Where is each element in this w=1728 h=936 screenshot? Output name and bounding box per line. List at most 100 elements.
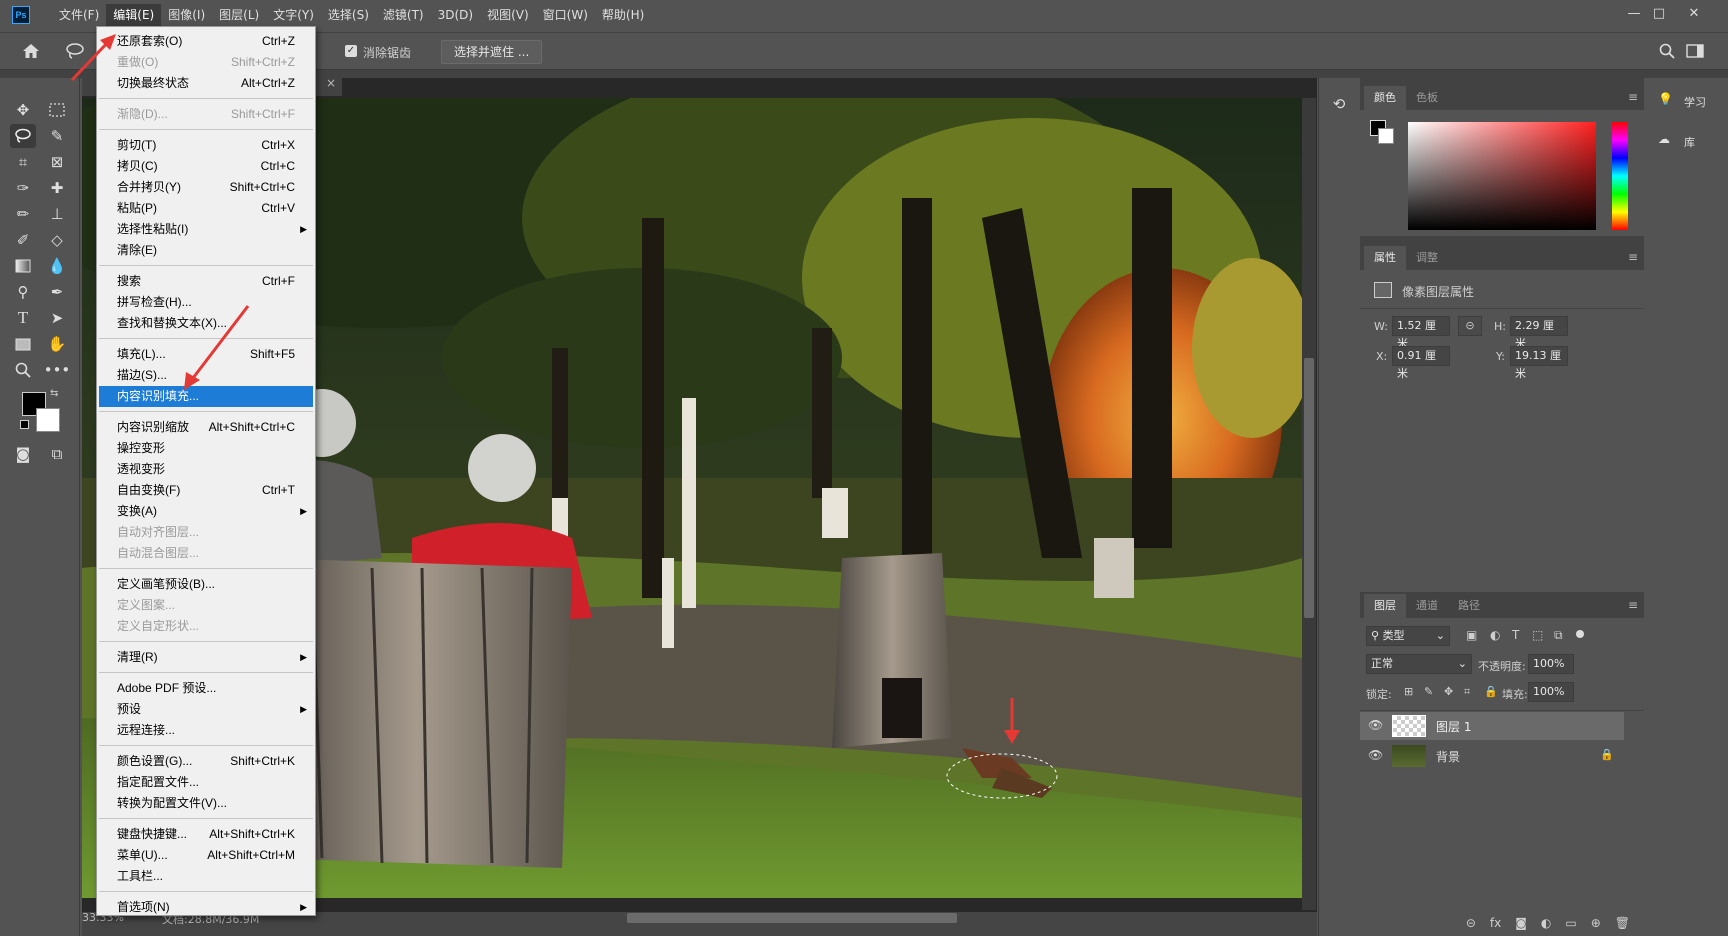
menu-item[interactable]: Adobe PDF 预设... xyxy=(99,678,313,699)
height-field[interactable]: 2.29 厘米 xyxy=(1510,316,1568,350)
close-window-button[interactable]: ✕ xyxy=(1680,4,1708,24)
menu-item[interactable]: 指定配置文件... xyxy=(99,772,313,793)
vertical-scroll-thumb[interactable] xyxy=(1304,358,1314,618)
adjustment-layer-icon[interactable]: ◐ xyxy=(1541,916,1551,930)
lock-transparent-icon[interactable]: ⊞ xyxy=(1404,685,1413,698)
screen-mode-icon[interactable]: ⧉ xyxy=(44,442,70,466)
menu-layer[interactable]: 图层(L) xyxy=(212,4,266,26)
menu-help[interactable]: 帮助(H) xyxy=(595,4,651,26)
brush-tool-icon[interactable]: ✏ xyxy=(10,202,36,226)
menu-item[interactable]: 选择性粘贴(I) ▶ xyxy=(99,219,313,240)
group-icon[interactable]: ▭ xyxy=(1565,916,1576,930)
tab-color[interactable]: 颜色 xyxy=(1364,86,1406,110)
layer-row[interactable]: 👁 图层 1 xyxy=(1360,712,1624,740)
lasso-tool-icon[interactable] xyxy=(10,124,36,148)
tab-paths[interactable]: 路径 xyxy=(1448,594,1490,618)
menu-item[interactable]: 定义画笔预设(B)... xyxy=(99,574,313,595)
menu-filter[interactable]: 滤镜(T) xyxy=(376,4,431,26)
marquee-tool-icon[interactable] xyxy=(44,98,70,122)
default-colors-icon[interactable] xyxy=(20,420,29,429)
delete-layer-icon[interactable]: 🗑 xyxy=(1615,916,1630,930)
healing-brush-tool-icon[interactable]: ✚ xyxy=(44,176,70,200)
new-layer-icon[interactable]: ⊕ xyxy=(1591,916,1601,930)
filter-shape-icon[interactable]: ⬚ xyxy=(1532,628,1543,642)
more-tools-icon[interactable]: ••• xyxy=(44,358,71,382)
tab-properties[interactable]: 属性 xyxy=(1364,246,1406,270)
menu-item[interactable]: 透视变形 xyxy=(99,459,313,480)
add-mask-icon[interactable]: ◙ xyxy=(1515,916,1527,930)
menu-item[interactable]: 转换为配置文件(V)... xyxy=(99,793,313,814)
blur-tool-icon[interactable]: 💧 xyxy=(44,254,70,278)
menu-item[interactable]: 菜单(U)... Alt+Shift+Ctrl+M xyxy=(99,845,313,866)
lock-all-icon[interactable]: 🔒 xyxy=(1484,685,1498,698)
tab-adjustments[interactable]: 调整 xyxy=(1406,246,1448,270)
learn-label[interactable]: 学习 xyxy=(1684,94,1706,110)
close-tab-icon[interactable]: × xyxy=(326,76,336,90)
layer-row[interactable]: 👁 背景 🔒 xyxy=(1360,742,1624,770)
home-icon[interactable] xyxy=(18,39,44,63)
layer-name[interactable]: 背景 xyxy=(1436,748,1460,765)
menu-file[interactable]: 文件(F) xyxy=(52,4,106,26)
menu-item[interactable]: 清理(R) ▶ xyxy=(99,647,313,668)
rectangle-tool-icon[interactable] xyxy=(10,332,36,356)
eye-icon[interactable]: 👁 xyxy=(1368,748,1383,762)
menu-item[interactable]: 变换(A) ▶ xyxy=(99,501,313,522)
menu-item[interactable]: 渐隐(D)... Shift+Ctrl+F xyxy=(99,104,313,125)
background-color-swatch[interactable] xyxy=(36,408,60,432)
vertical-scrollbar[interactable] xyxy=(1302,98,1316,910)
search-icon[interactable] xyxy=(1654,39,1680,63)
menu-item[interactable]: 键盘快捷键... Alt+Shift+Ctrl+K xyxy=(99,824,313,845)
filter-type-icon[interactable]: T xyxy=(1512,628,1519,642)
gradient-tool-icon[interactable] xyxy=(10,254,36,278)
menu-item[interactable]: 还原套索(O) Ctrl+Z xyxy=(99,31,313,52)
menu-item[interactable]: 远程连接... xyxy=(99,720,313,741)
menu-item[interactable]: 预设 ▶ xyxy=(99,699,313,720)
eye-icon[interactable]: 👁 xyxy=(1368,718,1383,732)
frame-tool-icon[interactable]: ⊠ xyxy=(44,150,70,174)
menu-item[interactable]: 颜色设置(G)... Shift+Ctrl+K xyxy=(99,751,313,772)
menu-item[interactable]: 工具栏... xyxy=(99,866,313,887)
layer-filter-select[interactable]: ⚲ 类型 ⌄ xyxy=(1366,626,1450,646)
menu-image[interactable]: 图像(I) xyxy=(161,4,212,26)
minimize-button[interactable]: — xyxy=(1620,4,1648,24)
crop-tool-icon[interactable]: ⌗ xyxy=(10,150,36,174)
tab-swatches[interactable]: 色板 xyxy=(1406,86,1448,110)
fx-icon[interactable]: fx xyxy=(1490,916,1501,930)
path-select-tool-icon[interactable]: ➤ xyxy=(44,306,70,330)
zoom-tool-icon[interactable] xyxy=(10,358,36,382)
y-field[interactable]: 19.13 厘米 xyxy=(1510,346,1568,380)
clone-stamp-tool-icon[interactable]: ⊥ xyxy=(44,202,70,226)
filter-toggle-icon[interactable] xyxy=(1576,630,1584,638)
lock-artboard-icon[interactable]: ⌗ xyxy=(1464,685,1470,699)
hand-tool-icon[interactable]: ✋ xyxy=(44,332,70,356)
menu-item[interactable]: 自动混合图层... xyxy=(99,543,313,564)
menu-item[interactable]: 重做(O) Shift+Ctrl+Z xyxy=(99,52,313,73)
lock-paint-icon[interactable]: ✎ xyxy=(1424,685,1433,698)
blend-mode-select[interactable]: 正常 ⌄ xyxy=(1366,654,1472,674)
library-label[interactable]: 库 xyxy=(1684,134,1695,150)
library-icon[interactable]: ☁ xyxy=(1658,132,1670,146)
menu-item[interactable]: 粘贴(P) Ctrl+V xyxy=(99,198,313,219)
horizontal-scroll-thumb[interactable] xyxy=(627,913,957,923)
swap-colors-icon[interactable]: ⇆ xyxy=(50,388,58,399)
tab-layers[interactable]: 图层 xyxy=(1364,594,1406,618)
menu-item[interactable]: 定义自定形状... xyxy=(99,616,313,637)
menu-item[interactable]: 内容识别缩放 Alt+Shift+Ctrl+C xyxy=(99,417,313,438)
hue-slider[interactable] xyxy=(1612,122,1628,230)
menu-window[interactable]: 窗口(W) xyxy=(536,4,595,26)
panel-menu-icon[interactable]: ≡ xyxy=(1628,90,1638,104)
eraser-tool-icon[interactable]: ◇ xyxy=(44,228,70,252)
bg-color-chip[interactable] xyxy=(1378,128,1394,144)
color-field[interactable] xyxy=(1408,122,1596,230)
menu-select[interactable]: 选择(S) xyxy=(321,4,376,26)
menu-item[interactable]: 自动对齐图层... xyxy=(99,522,313,543)
filter-pixel-icon[interactable]: ▣ xyxy=(1466,628,1477,642)
workspace-icon[interactable] xyxy=(1682,39,1708,63)
link-dimensions-icon[interactable]: ⊝ xyxy=(1458,316,1482,336)
maximize-button[interactable]: □ xyxy=(1645,4,1673,24)
eyedropper-tool-icon[interactable]: ✑ xyxy=(10,176,36,200)
filter-adjust-icon[interactable]: ◐ xyxy=(1490,628,1500,642)
menu-item[interactable]: 搜索 Ctrl+F xyxy=(99,271,313,292)
menu-item[interactable]: 合并拷贝(Y) Shift+Ctrl+C xyxy=(99,177,313,198)
quick-mask-icon[interactable]: ◙ xyxy=(10,442,36,466)
